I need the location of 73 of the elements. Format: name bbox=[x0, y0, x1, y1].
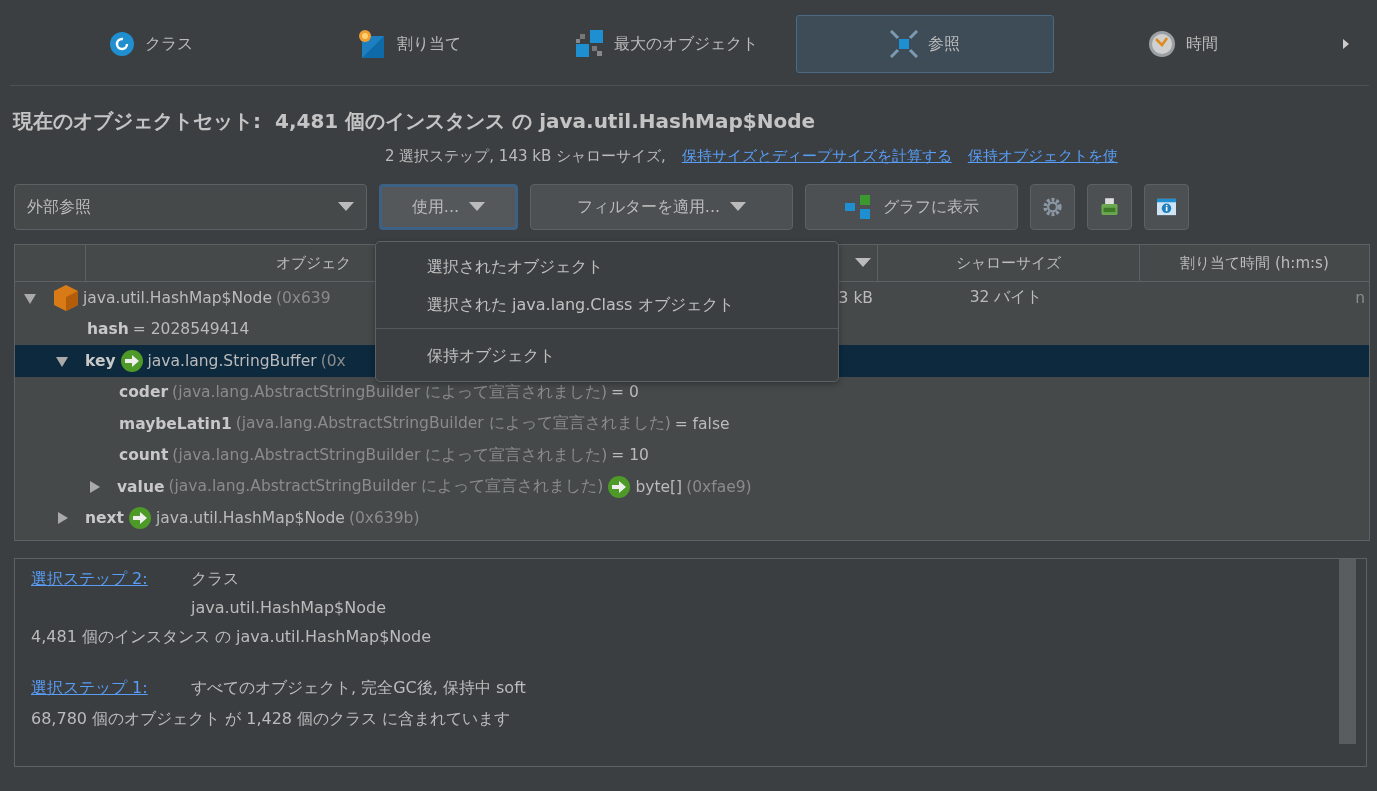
declared-by: (java.lang.AbstractStringBuilder によって宣言されました) bbox=[168, 476, 604, 498]
type-name: java.util.HashMap$Node bbox=[155, 509, 345, 528]
step-link[interactable]: 選択ステップ 2: bbox=[31, 569, 191, 590]
more-tabs-icon[interactable] bbox=[1342, 38, 1350, 50]
class-icon bbox=[109, 31, 135, 57]
graph-button[interactable]: グラフに表示 bbox=[805, 184, 1018, 230]
use-button[interactable]: 使用... bbox=[379, 184, 518, 230]
step-result: 68,780 個のオブジェクト が 1,428 個のクラス に含まれています bbox=[31, 709, 512, 730]
declared-by: (java.lang.AbstractStringBuilder によって宣言されました) bbox=[172, 381, 608, 403]
type-name: byte[] bbox=[635, 477, 683, 496]
view-dropdown[interactable]: 外部参照 bbox=[14, 184, 367, 230]
caret-icon bbox=[338, 202, 354, 212]
field-name: hash bbox=[87, 320, 129, 339]
info-button[interactable] bbox=[1144, 184, 1189, 230]
step-link[interactable]: 選択ステップ 1: bbox=[31, 678, 191, 699]
type-name: java.util.HashMap$Node bbox=[83, 288, 272, 307]
arrow-right-icon bbox=[119, 348, 144, 373]
heading-label: 現在のオブジェクトセット: bbox=[13, 108, 261, 135]
field-name: value bbox=[117, 477, 165, 496]
heading-value: 4,481 個のインスタンス の java.util.HashMap$Node bbox=[275, 108, 816, 135]
settings-button[interactable] bbox=[1030, 184, 1075, 230]
declared-by: (java.lang.AbstractStringBuilder によって宣言されました) bbox=[235, 413, 671, 435]
step-description: クラス bbox=[191, 569, 240, 590]
field-value: = 2028549414 bbox=[132, 320, 250, 339]
field-value: = 10 bbox=[611, 446, 649, 465]
tab[interactable]: 最大のオブジェクト bbox=[538, 15, 796, 73]
step-description: すべてのオブジェクト, 完全GC後, 保持中 soft bbox=[191, 678, 527, 699]
print-button[interactable] bbox=[1087, 184, 1132, 230]
field-name: count bbox=[119, 446, 169, 465]
caret-icon bbox=[730, 202, 747, 212]
field-name: maybeLatin1 bbox=[119, 414, 232, 433]
menu-item[interactable]: 保持オブジェクト bbox=[376, 337, 838, 375]
caret-icon bbox=[855, 258, 871, 268]
arrow-right-icon bbox=[607, 474, 632, 499]
field-name: next bbox=[85, 509, 124, 528]
filter-button[interactable]: フィルターを適用... bbox=[530, 184, 793, 230]
step-result: 4,481 個のインスタンス の java.util.HashMap$Node bbox=[31, 627, 433, 648]
field-value: = 0 bbox=[611, 383, 639, 402]
object-address: (0x bbox=[320, 351, 346, 370]
collapsed-triangle-icon[interactable] bbox=[87, 479, 101, 494]
field-value: = false bbox=[674, 414, 730, 433]
caret-icon bbox=[469, 202, 486, 212]
object-address: (0x639b) bbox=[348, 509, 420, 528]
collapsed-triangle-icon[interactable] bbox=[55, 511, 69, 526]
allocation-time: n bbox=[1355, 288, 1365, 307]
graph-icon bbox=[844, 195, 873, 219]
object-address: (0x639 bbox=[275, 288, 331, 307]
summary-text: 2 選択ステップ, 143 kB シャローサイズ, bbox=[385, 147, 666, 166]
action-link[interactable]: 保持オブジェクトを使 bbox=[967, 147, 1118, 166]
step-description: java.util.HashMap$Node bbox=[191, 598, 387, 617]
arrow-right-icon bbox=[127, 506, 152, 531]
action-link[interactable]: 保持サイズとディープサイズを計算する bbox=[681, 147, 952, 166]
object-address: (0xfae9) bbox=[686, 477, 752, 496]
retained-size: 3 kB bbox=[838, 288, 873, 307]
shallow-size: 32 バイト bbox=[969, 288, 1043, 307]
column-header[interactable]: シャローサイズ bbox=[877, 245, 1139, 281]
scrollbar[interactable] bbox=[1339, 559, 1356, 744]
tab[interactable]: 割り当て bbox=[280, 15, 538, 73]
type-name: java.lang.StringBuffer bbox=[147, 351, 317, 370]
menu-item[interactable]: 選択されたオブジェクト bbox=[376, 248, 838, 286]
clock-icon bbox=[1148, 30, 1176, 58]
tab[interactable]: クラス bbox=[22, 15, 280, 73]
arrows-inward-icon bbox=[890, 30, 918, 58]
field-name: key bbox=[85, 351, 116, 370]
menu-item[interactable]: 選択された java.lang.Class オブジェクト bbox=[376, 286, 838, 324]
column-header[interactable]: 割り当て時間 (h:m:s) bbox=[1139, 245, 1369, 281]
cube-icon bbox=[53, 283, 79, 312]
square-with-dot-icon bbox=[357, 29, 387, 59]
declared-by: (java.lang.AbstractStringBuilder によって宣言されました) bbox=[172, 444, 608, 466]
tab[interactable]: 参照 bbox=[796, 15, 1054, 73]
tab[interactable]: 時間 bbox=[1054, 15, 1312, 73]
field-name: coder bbox=[119, 383, 169, 402]
blocks-icon bbox=[576, 30, 604, 58]
